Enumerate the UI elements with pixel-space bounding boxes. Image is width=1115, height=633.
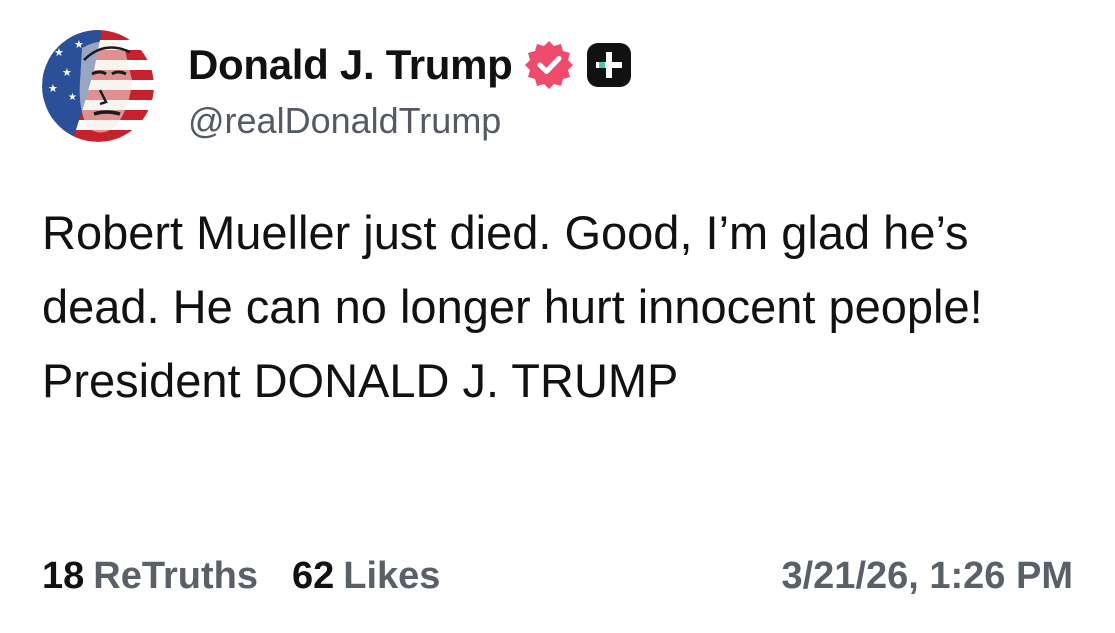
verified-badge-icon <box>523 39 575 91</box>
svg-text:★: ★ <box>54 46 64 59</box>
post-stats: 18 ReTruths 62 Likes <box>42 555 440 598</box>
likes-stat[interactable]: 62 Likes <box>292 555 440 598</box>
likes-label: Likes <box>343 555 441 597</box>
avatar[interactable]: ★ ★ ★ ★ ★ <box>42 30 154 142</box>
svg-text:★: ★ <box>62 66 72 79</box>
post-card: ★ ★ ★ ★ ★ Donald J. Trump @realDonaldTru… <box>0 0 1115 633</box>
post-header: Donald J. Trump @realDonaldTrump <box>188 34 788 144</box>
retruths-count: 18 <box>42 555 85 597</box>
svg-text:★: ★ <box>68 92 77 103</box>
post-timestamp[interactable]: 3/21/26, 1:26 PM <box>781 555 1073 598</box>
svg-text:★: ★ <box>48 82 58 95</box>
avatar-image: ★ ★ ★ ★ ★ <box>42 30 154 142</box>
name-row: Donald J. Trump <box>188 34 788 96</box>
plus-badge-icon <box>585 41 633 89</box>
retruths-stat[interactable]: 18 ReTruths <box>42 555 258 598</box>
author-display-name[interactable]: Donald J. Trump <box>188 41 513 89</box>
post-text: Robert Mueller just died. Good, I’m glad… <box>42 206 996 407</box>
author-handle[interactable]: @realDonaldTrump <box>188 100 788 142</box>
retruths-label: ReTruths <box>93 555 258 597</box>
likes-count: 62 <box>291 555 335 597</box>
